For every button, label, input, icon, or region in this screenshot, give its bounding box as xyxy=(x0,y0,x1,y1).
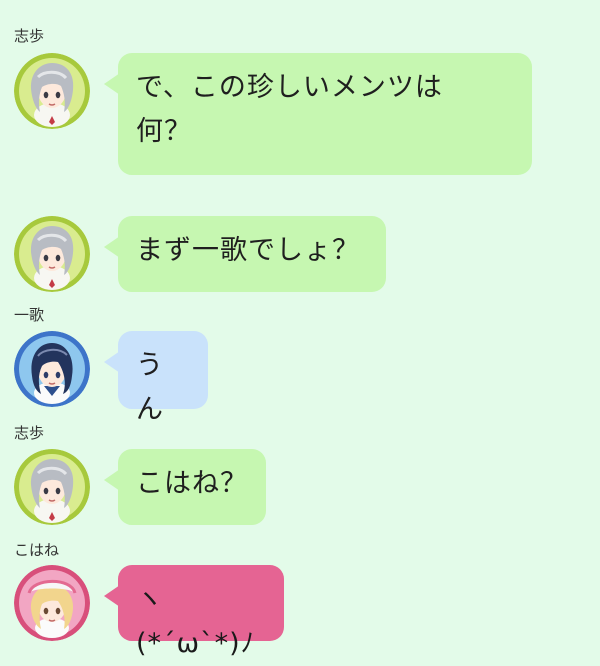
message-text-line: 何？ xyxy=(136,116,192,147)
message-text: うん xyxy=(136,350,164,425)
sender-name: こはね xyxy=(14,541,60,559)
message-bubble[interactable]: ヽ(*ˊωˋ*)ﾉ xyxy=(104,565,284,659)
kohane-avatar[interactable] xyxy=(14,565,90,641)
ichika-avatar[interactable] xyxy=(14,331,90,407)
message-text: ヽ(*ˊωˋ*)ﾉ xyxy=(136,584,256,659)
ichika-avatar-icon xyxy=(14,331,90,407)
shiho-avatar[interactable] xyxy=(14,216,90,292)
message-text-line: で、この珍しいメンツは xyxy=(136,72,443,103)
message-text: まず一歌でしょ？ xyxy=(136,235,360,266)
shiho-avatar-icon xyxy=(14,53,90,129)
shiho-avatar[interactable] xyxy=(14,449,90,525)
message-bubble[interactable]: うん xyxy=(104,331,208,425)
sender-name: 一歌 xyxy=(14,306,45,324)
sender-name: 志歩 xyxy=(14,424,45,442)
message-text: こはね？ xyxy=(136,468,248,499)
shiho-avatar[interactable] xyxy=(14,53,90,129)
chat-screen: 志歩 で、この珍しいメンツは 何？ まず一歌でしょ？ 一歌 うん 志歩 こはね？… xyxy=(0,0,600,659)
message-bubble[interactable]: で、この珍しいメンツは 何？ xyxy=(104,53,532,175)
message-bubble[interactable]: こはね？ xyxy=(104,449,266,525)
shiho-avatar-icon xyxy=(14,216,90,292)
message-bubble[interactable]: まず一歌でしょ？ xyxy=(104,216,386,292)
sender-name: 志歩 xyxy=(14,27,45,45)
kohane-avatar-icon xyxy=(14,565,90,641)
shiho-avatar-icon xyxy=(14,449,90,525)
